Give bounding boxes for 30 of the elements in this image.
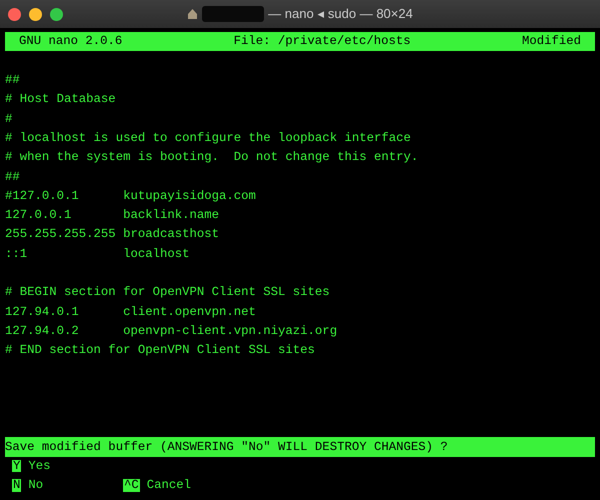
window-title: — nano ◂ sudo — 80×24 [268, 5, 413, 24]
shortcut-label: Cancel [146, 479, 192, 492]
text-line: ::1 localhost [5, 248, 190, 260]
text-line: # when the system is booting. Do not change this entry. [5, 151, 418, 164]
text-line: #127.0.0.1 kutupayisidoga.com [5, 190, 256, 202]
text-line: # localhost is used to configure the loopback interface [5, 132, 411, 144]
shortcut-key[interactable]: ^C [123, 479, 140, 492]
text-line: ## [5, 74, 20, 86]
text-line: 255.255.255.255 broadcasthost [5, 228, 220, 241]
version-label: GNU nano 2.0.6 [19, 33, 122, 50]
shortcut-key[interactable]: N [12, 479, 22, 492]
text-line: 127.94.0.1 client.openvpn.net [5, 306, 256, 318]
text-line: 127.0.0.1 backlink.name [5, 209, 220, 222]
text-line: # [5, 112, 12, 125]
redacted-block [202, 6, 264, 22]
minimize-button[interactable] [29, 8, 42, 20]
zoom-button[interactable] [50, 8, 63, 20]
shortcut-key[interactable]: Y [12, 460, 22, 472]
house-icon [187, 8, 198, 20]
text-line: ## [5, 170, 20, 183]
save-prompt: Save modified buffer (ANSWERING "No" WILL DESTROY CHANGES) ? [5, 437, 595, 457]
close-button[interactable] [8, 8, 21, 20]
shortcut-label: Yes [28, 460, 51, 472]
shortcut-label: No [28, 479, 44, 492]
text-line: 127.94.0.2 openvpn-client.vpn.niyazi.org [5, 324, 338, 338]
text-line: # BEGIN section for OpenVPN Client SSL sites [5, 286, 330, 299]
text-line: # Host Database [5, 93, 116, 106]
file-name: File: /private/etc/hosts [234, 33, 411, 50]
text-line: # END section for OpenVPN Client SSL sites [5, 344, 315, 357]
modified-status: Modified [522, 33, 581, 50]
